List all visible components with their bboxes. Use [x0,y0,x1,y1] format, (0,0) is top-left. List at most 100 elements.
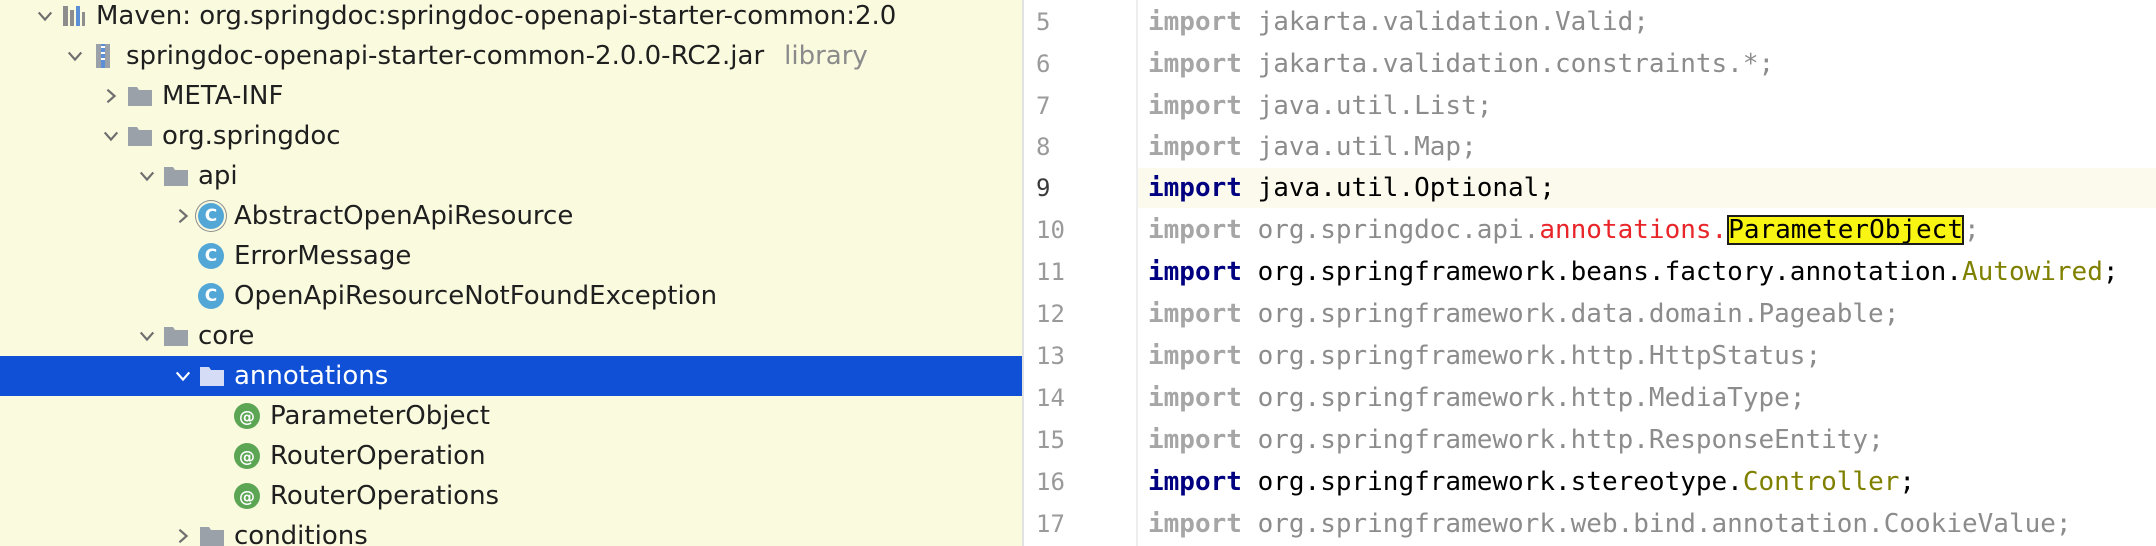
semicolon: ; [1899,467,1916,497]
keyword-import: import [1148,215,1242,245]
tree-row-core[interactable]: core [0,316,1022,356]
tree-row-label: RouterOperations [270,481,500,511]
library-icon [60,0,92,36]
semicolon: ; [1964,215,1980,245]
tree-row-router-operation[interactable]: @ RouterOperation [0,436,1022,476]
code-line[interactable]: import org.springframework.stereotype.Co… [1148,462,1915,502]
line-number: 15 [1036,426,1065,454]
chevron-down-icon[interactable] [132,156,162,196]
chevron-right-icon[interactable] [96,76,126,116]
chevron-down-icon[interactable] [60,36,90,76]
tree-row-api[interactable]: api [0,156,1022,196]
line-number: 13 [1036,342,1065,370]
tree-row-abstract-openapi-resource[interactable]: C AbstractOpenApiResource [0,196,1022,236]
import-path: org.springdoc.api. [1257,215,1540,245]
keyword-import: import [1148,257,1242,287]
ide-window: Maven: org.springdoc:springdoc-openapi-s… [0,0,2156,546]
code-line[interactable]: import org.springdoc.api.annotations.Par… [1148,210,1980,250]
import-path: java.util.Optional [1257,173,1540,203]
abstract-class-icon: C [198,196,230,236]
class-icon: C [198,236,230,276]
keyword-import: import [1148,7,1242,37]
folder-icon [198,356,230,396]
line-number: 10 [1036,216,1065,244]
chevron-down-icon[interactable] [96,116,126,156]
folder-icon [162,156,194,196]
tree-row-meta-inf[interactable]: META-INF [0,76,1022,116]
code-line[interactable]: import org.springframework.http.MediaTyp… [1148,378,1805,418]
tree-row-label: annotations [234,361,389,391]
keyword-import: import [1148,132,1242,162]
keyword-import: import [1148,341,1242,371]
semicolon: ; [2055,509,2072,539]
tree-row-org-springdoc[interactable]: org.springdoc [0,116,1022,156]
code-line-current[interactable]: import java.util.Optional; [1148,168,1555,208]
line-number: 5 [1036,8,1051,36]
code-line[interactable]: import org.springframework.http.HttpStat… [1148,336,1821,376]
tree-row-conditions[interactable]: conditions [0,516,1022,546]
jar-icon [90,36,122,76]
tree-row-openapi-resource-not-found[interactable]: C OpenApiResourceNotFoundException [0,276,1022,316]
code-line[interactable]: import java.util.List; [1148,86,1492,126]
code-line[interactable]: import org.springframework.data.domain.P… [1148,294,1899,334]
annotation-icon: @ [234,436,266,476]
tree-row-label: Maven: org.springdoc:springdoc-openapi-s… [96,1,897,31]
tree-row-label: ErrorMessage [234,241,412,271]
code-line[interactable]: import org.springframework.http.Response… [1148,420,1884,460]
line-number-current: 9 [1036,174,1051,202]
code-line[interactable]: import jakarta.validation.constraints.*; [1148,44,1774,84]
line-number: 7 [1036,92,1051,120]
chevron-right-icon[interactable] [168,196,198,236]
project-tree[interactable]: Maven: org.springdoc:springdoc-openapi-s… [0,0,1022,546]
chevron-down-icon[interactable] [132,316,162,356]
folder-icon [126,116,158,156]
line-number: 14 [1036,384,1065,412]
import-path: org.springframework.http.HttpStatus [1257,341,1806,371]
line-number: 6 [1036,50,1051,78]
keyword-import: import [1148,299,1242,329]
class-icon: C [198,276,230,316]
tree-row-router-operations[interactable]: @ RouterOperations [0,476,1022,516]
semicolon: ; [1868,425,1884,455]
code-editor[interactable]: 5 6 7 8 9 10 11 12 13 14 15 16 17 import… [1024,0,2156,546]
gutter-separator [1136,0,1138,546]
semicolon: ; [1633,7,1649,37]
code-line[interactable]: import jakarta.validation.Valid; [1148,2,1649,42]
import-path: org.springframework.web.bind.annotation.… [1257,509,2056,539]
keyword-import: import [1148,467,1242,497]
keyword-import: import [1148,49,1242,79]
folder-icon [126,76,158,116]
line-number: 17 [1036,510,1065,538]
semicolon: ; [1461,132,1477,162]
tree-row-maven-library[interactable]: Maven: org.springdoc:springdoc-openapi-s… [0,0,1022,36]
tree-row-label: core [198,321,255,351]
tree-row-error-message[interactable]: C ErrorMessage [0,236,1022,276]
keyword-import: import [1148,383,1242,413]
chevron-down-icon[interactable] [30,0,60,36]
tree-row-label: springdoc-openapi-starter-common-2.0.0-R… [126,41,765,71]
code-line[interactable]: import org.springframework.web.bind.anno… [1148,504,2072,544]
import-path: jakarta.validation.Valid [1257,7,1634,37]
import-path: org.springframework.beans.factory.annota… [1257,257,1962,287]
tree-row-annotations[interactable]: annotations [0,356,1022,396]
import-path: java.util.List [1257,91,1477,121]
folder-icon [198,516,230,546]
import-path: org.springframework.http.MediaType [1257,383,1790,413]
import-path: org.springframework.stereotype. [1257,467,1743,497]
tree-row-label: ParameterObject [270,401,490,431]
line-number: 8 [1036,133,1051,161]
import-path: jakarta.validation.constraints.* [1257,49,1759,79]
annotation-icon: @ [234,396,266,436]
code-line[interactable]: import org.springframework.beans.factory… [1148,252,2119,292]
tree-row-jar[interactable]: springdoc-openapi-starter-common-2.0.0-R… [0,36,1022,76]
code-line[interactable]: import java.util.Map; [1148,127,1477,167]
import-path: org.springframework.data.domain.Pageable [1257,299,1884,329]
keyword-import: import [1148,425,1242,455]
highlighted-symbol[interactable]: ParameterObject [1727,215,1964,245]
chevron-down-icon[interactable] [168,356,198,396]
semicolon: ; [1539,173,1555,203]
semicolon: ; [2102,257,2119,287]
annotation-icon: @ [234,476,266,516]
chevron-right-icon[interactable] [168,516,198,546]
tree-row-parameter-object[interactable]: @ ParameterObject [0,396,1022,436]
